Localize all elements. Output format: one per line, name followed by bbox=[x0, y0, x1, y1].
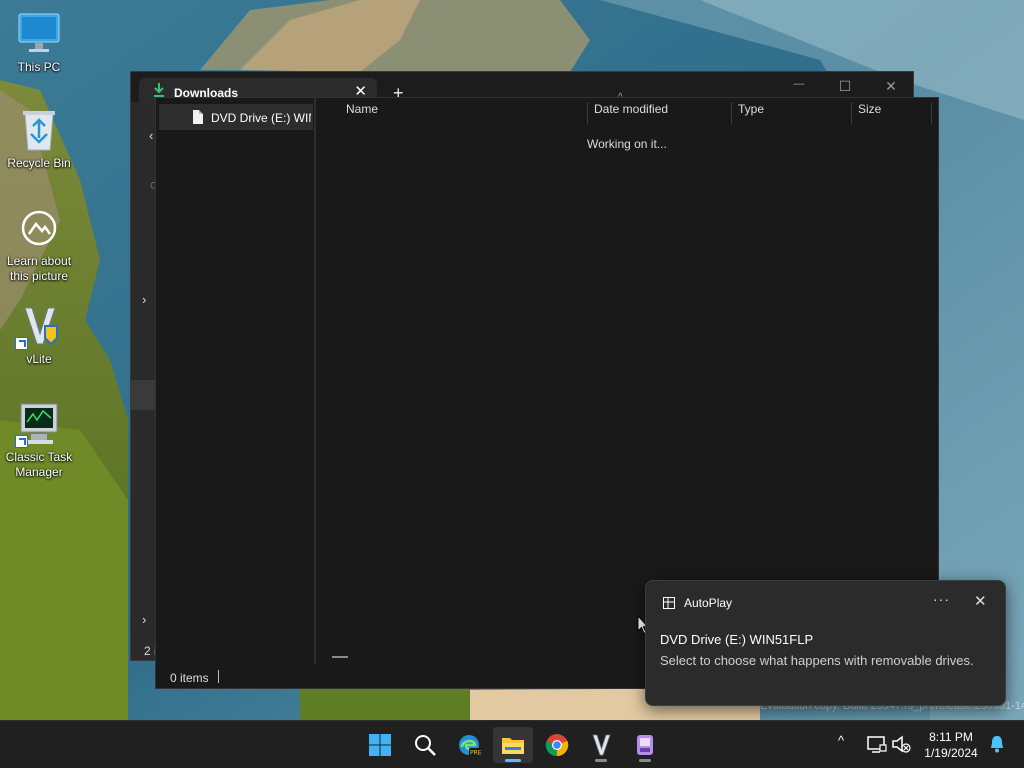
loading-message: Working on it... bbox=[587, 137, 667, 151]
start-button[interactable] bbox=[360, 727, 400, 763]
download-icon bbox=[154, 83, 164, 97]
maximize-button[interactable]: ☐ bbox=[825, 78, 865, 95]
notification-body: Select to choose what happens with remov… bbox=[660, 653, 974, 668]
task-manager-icon bbox=[15, 402, 61, 448]
taskbar-file-explorer[interactable] bbox=[493, 727, 533, 763]
column-header-type[interactable]: Type bbox=[732, 102, 852, 124]
taskbar-app[interactable] bbox=[625, 727, 665, 763]
active-indicator bbox=[505, 759, 521, 762]
search-button[interactable] bbox=[405, 727, 445, 763]
column-header-date-modified[interactable]: Date modified bbox=[588, 102, 732, 124]
desktop-icon-this-pc[interactable]: This PC bbox=[1, 12, 77, 75]
folder-icon bbox=[502, 738, 524, 754]
autoplay-notification[interactable]: AutoPlay ··· ✕ DVD Drive (E:) WIN51FLP S… bbox=[645, 580, 1006, 706]
desktop-icon-label: Classic Task Manager bbox=[5, 450, 73, 479]
file-icon bbox=[193, 110, 203, 124]
monitor-icon bbox=[17, 12, 61, 56]
minimize-button[interactable]: — bbox=[779, 78, 819, 90]
notification-bell-icon[interactable] bbox=[986, 733, 1008, 755]
close-notification-icon[interactable]: ✕ bbox=[974, 592, 987, 610]
nav-selected-row bbox=[131, 380, 157, 410]
column-header-name[interactable]: Name bbox=[340, 102, 588, 124]
desktop-icon-learn-about-picture[interactable]: Learn about this picture bbox=[1, 206, 77, 284]
desktop-icon-recycle-bin[interactable]: Recycle Bin bbox=[1, 108, 77, 171]
taskbar: PRE ^ 8:11 PM 1/19/2024 bbox=[0, 720, 1024, 768]
shortcut-arrow-icon bbox=[15, 435, 28, 448]
desktop-icon-label: vLite bbox=[26, 352, 52, 366]
recycle-bin-icon bbox=[17, 108, 61, 152]
vlite-icon bbox=[15, 304, 61, 350]
close-button[interactable]: ✕ bbox=[871, 78, 911, 95]
taskbar-edge[interactable]: PRE bbox=[449, 727, 489, 763]
app-icon bbox=[637, 735, 653, 755]
taskbar-chrome[interactable] bbox=[537, 727, 577, 763]
running-indicator bbox=[639, 759, 651, 762]
taskbar-vlite[interactable] bbox=[581, 727, 621, 763]
volume-muted-icon[interactable] bbox=[890, 733, 912, 755]
column-headers: ^ Name Date modified Type Size bbox=[316, 92, 938, 124]
clock-date: 1/19/2024 bbox=[924, 746, 978, 760]
camera-info-icon bbox=[17, 206, 61, 250]
chevron-right-icon[interactable]: › bbox=[142, 612, 146, 627]
status-item-count: 0 items bbox=[170, 671, 209, 685]
desktop-icon-vlite[interactable]: vLite bbox=[1, 304, 77, 367]
autoplay-icon bbox=[663, 597, 675, 609]
notification-app-name: AutoPlay bbox=[684, 596, 733, 610]
nav-item-dvd-drive[interactable]: DVD Drive (E:) WIN51FLP bbox=[159, 104, 313, 130]
back-arrow-icon[interactable]: ‹ bbox=[149, 128, 153, 143]
desktop-icon-label: Recycle Bin bbox=[7, 156, 71, 170]
search-icon bbox=[415, 735, 436, 756]
desktop-icon-label: Learn about this picture bbox=[6, 254, 72, 283]
status-separator bbox=[218, 670, 219, 683]
system-clock[interactable]: 8:11 PM 1/19/2024 bbox=[912, 729, 990, 761]
desktop-icon-classic-task-manager[interactable]: Classic Task Manager bbox=[1, 402, 77, 480]
nav-item-label: DVD Drive (E:) WIN51FLP bbox=[211, 111, 311, 125]
chrome-icon bbox=[545, 734, 569, 757]
chevron-right-icon[interactable]: › bbox=[142, 292, 146, 307]
svg-text:PRE: PRE bbox=[470, 750, 481, 757]
more-options-icon[interactable]: ··· bbox=[933, 591, 950, 607]
edge-icon: PRE bbox=[459, 735, 481, 757]
show-hidden-icons-button[interactable]: ^ bbox=[838, 733, 844, 748]
desktop-icon-label: This PC bbox=[17, 60, 61, 74]
windows-logo-icon bbox=[369, 734, 391, 756]
clock-time: 8:11 PM bbox=[929, 730, 973, 744]
horizontal-scrollbar[interactable] bbox=[332, 656, 348, 658]
column-header-size[interactable]: Size bbox=[852, 102, 932, 124]
notification-title: DVD Drive (E:) WIN51FLP bbox=[660, 632, 814, 647]
running-indicator bbox=[595, 759, 607, 762]
network-icon[interactable] bbox=[866, 733, 888, 755]
vlite-icon bbox=[592, 734, 611, 756]
shortcut-arrow-icon bbox=[15, 337, 28, 350]
navigation-pane: DVD Drive (E:) WIN51FLP bbox=[156, 98, 316, 664]
